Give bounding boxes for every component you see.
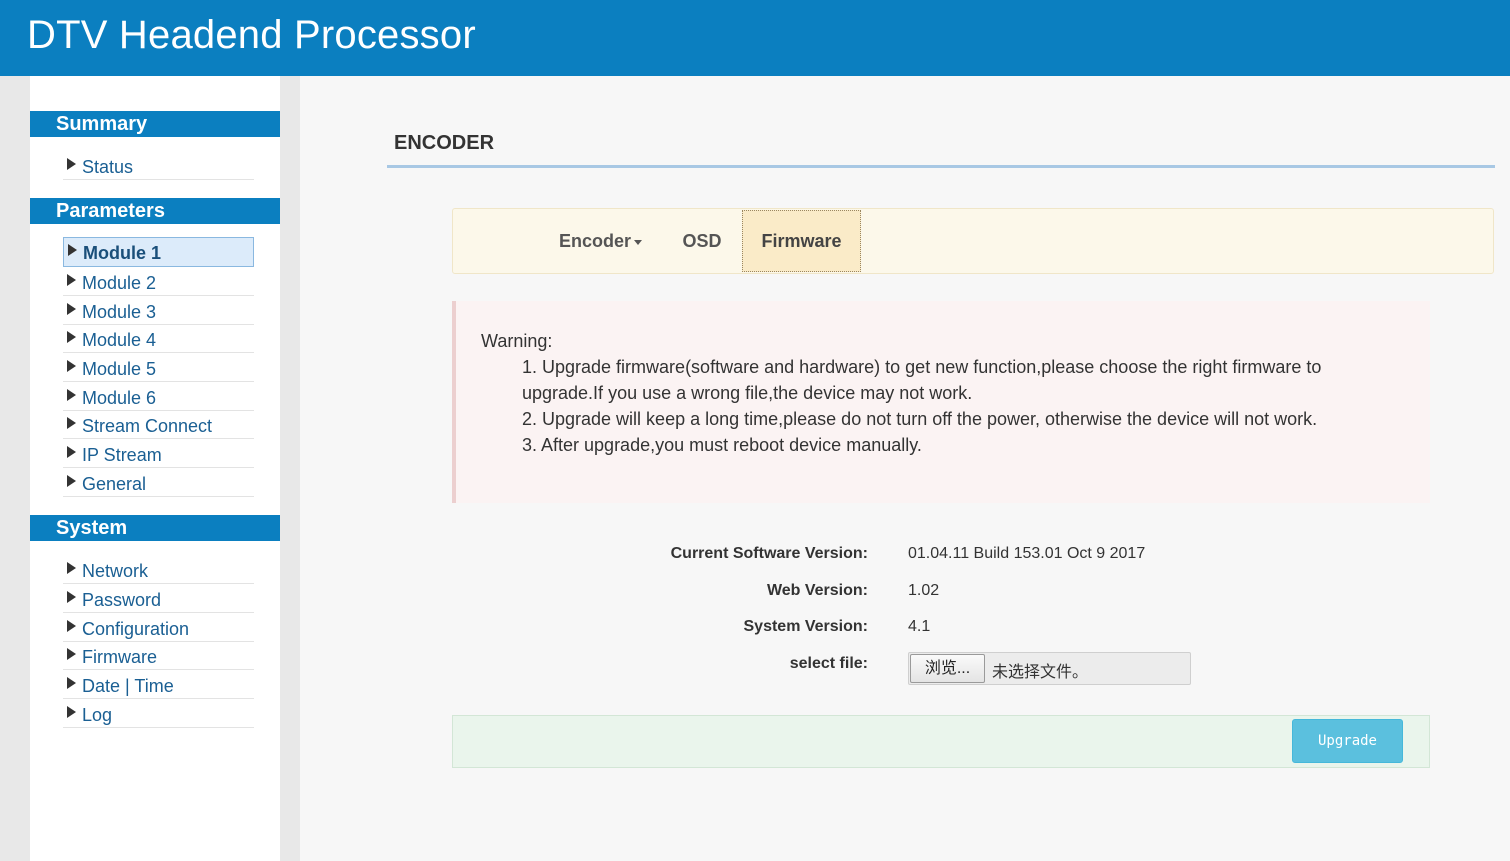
sidebar-item-label: Log (82, 705, 113, 725)
sidebar-section-summary: Summary (30, 111, 280, 137)
warning-line: 1. Upgrade firmware(software and hardwar… (522, 357, 1322, 377)
warning-line: 3. After upgrade,you must reboot device … (522, 435, 922, 455)
app-header: DTV Headend Processor (0, 0, 1510, 76)
sidebar-item-status[interactable]: Status (63, 152, 254, 180)
file-input[interactable]: 浏览... 未选择文件。 (908, 652, 1191, 685)
sidebar-item-label: Password (82, 590, 162, 610)
software-version-label: Current Software Version: (670, 545, 868, 562)
tab-bar: Encoder OSD Firmware (452, 208, 1494, 274)
triangle-right-icon (67, 562, 76, 574)
sidebar-item-label: Network (82, 561, 149, 581)
triangle-right-icon (67, 475, 76, 487)
triangle-right-icon (67, 331, 76, 343)
system-version-label: System Version: (743, 618, 869, 635)
triangle-right-icon (67, 620, 76, 632)
sidebar-item-general[interactable]: General (63, 469, 254, 497)
triangle-right-icon (67, 591, 76, 603)
sidebar-item-label: Stream Connect (82, 416, 213, 436)
action-bar: Upgrade (452, 715, 1430, 768)
sidebar-item-label: Module 5 (82, 359, 157, 379)
warning-line: upgrade.If you use a wrong file,the devi… (522, 383, 973, 403)
page-title: ENCODER (394, 132, 495, 154)
sidebar-item-module-6[interactable]: Module 6 (63, 383, 254, 411)
triangle-right-icon (67, 303, 76, 315)
sidebar-item-password[interactable]: Password (63, 585, 254, 613)
sidebar-item-firmware[interactable]: Firmware (63, 642, 254, 670)
sidebar: Summary Status Parameters Module 1 Modul… (30, 76, 280, 861)
triangle-right-icon (67, 677, 76, 689)
title-divider (387, 165, 1495, 168)
warning-title: Warning: (481, 331, 553, 351)
triangle-right-icon (67, 417, 76, 429)
sidebar-item-stream-connect[interactable]: Stream Connect (63, 411, 254, 439)
tab-firmware[interactable]: Firmware (742, 210, 861, 272)
sidebar-item-label: Firmware (82, 647, 157, 667)
sidebar-section-parameters: Parameters (30, 198, 280, 224)
app-title: DTV Headend Processor (27, 13, 476, 57)
tab-label: Firmware (761, 231, 842, 251)
triangle-right-icon (67, 648, 76, 660)
sidebar-item-label: Date | Time (82, 676, 174, 696)
warning-line: 2. Upgrade will keep a long time,please … (522, 409, 1318, 429)
triangle-right-icon (67, 360, 76, 372)
web-version-value: 1.02 (908, 582, 940, 599)
sidebar-item-module-3[interactable]: Module 3 (63, 297, 254, 325)
sidebar-item-label: Module 3 (82, 302, 157, 322)
sidebar-item-label: Status (82, 157, 134, 177)
sidebar-item-module-1[interactable]: Module 1 (63, 237, 254, 267)
sidebar-item-label: General (82, 474, 147, 494)
browse-button[interactable]: 浏览... (910, 654, 985, 683)
sidebar-item-label: Module 1 (83, 243, 162, 263)
file-status-text: 未选择文件。 (992, 664, 1089, 681)
warning-panel: Warning: 1. Upgrade firmware(software an… (452, 301, 1430, 503)
tab-osd[interactable]: OSD (663, 209, 741, 273)
web-version-label: Web Version: (766, 582, 868, 599)
triangle-right-icon (68, 244, 77, 256)
sidebar-section-system: System (30, 515, 280, 541)
select-file-label: select file: (789, 655, 868, 672)
sidebar-item-date-time[interactable]: Date | Time (63, 671, 254, 699)
sidebar-item-configuration[interactable]: Configuration (63, 614, 254, 642)
sidebar-item-label: Configuration (82, 619, 190, 639)
software-version-value: 01.04.11 Build 153.01 Oct 9 2017 (908, 545, 1146, 562)
sidebar-item-log[interactable]: Log (63, 700, 254, 728)
triangle-right-icon (67, 274, 76, 286)
sidebar-item-ip-stream[interactable]: IP Stream (63, 440, 254, 468)
tab-encoder[interactable]: Encoder (546, 209, 655, 273)
tab-label: OSD (682, 231, 722, 251)
sidebar-item-label: Module 2 (82, 273, 157, 293)
tab-label: Encoder (558, 231, 632, 251)
system-version-value: 4.1 (908, 618, 931, 635)
sidebar-item-label: IP Stream (82, 445, 162, 465)
sidebar-item-module-2[interactable]: Module 2 (63, 268, 254, 296)
sidebar-item-label: Module 6 (82, 388, 157, 408)
left-gutter (0, 76, 30, 861)
sidebar-item-module-5[interactable]: Module 5 (63, 354, 254, 382)
sidebar-gutter (280, 76, 300, 861)
triangle-right-icon (67, 706, 76, 718)
upgrade-button[interactable]: Upgrade (1292, 719, 1403, 763)
sidebar-item-network[interactable]: Network (63, 556, 254, 584)
triangle-right-icon (67, 446, 76, 458)
triangle-right-icon (67, 389, 76, 401)
sidebar-item-label: Module 4 (82, 330, 157, 350)
sidebar-item-module-4[interactable]: Module 4 (63, 325, 254, 353)
triangle-right-icon (67, 158, 76, 170)
chevron-down-icon (634, 239, 643, 245)
